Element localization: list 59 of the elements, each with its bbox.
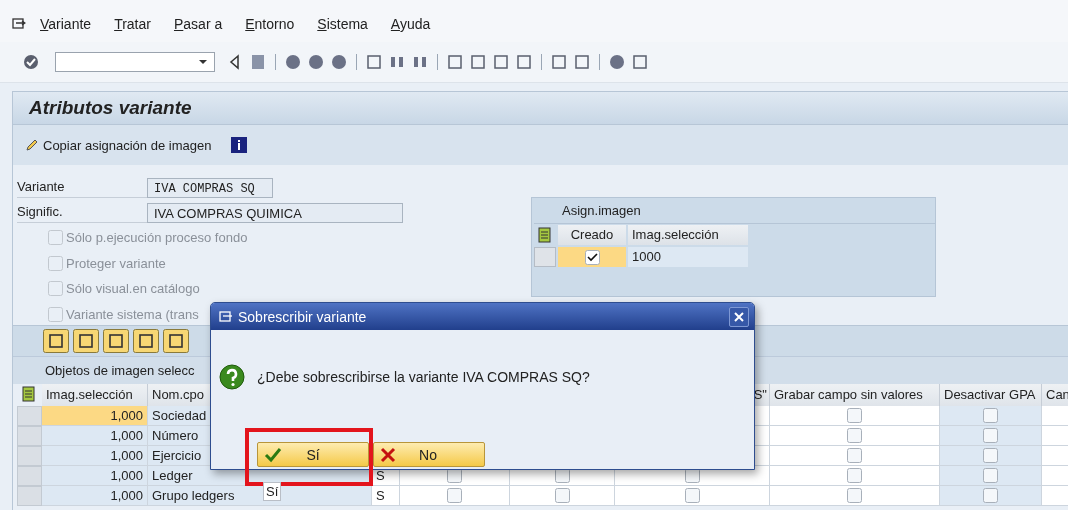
checkbox[interactable] bbox=[554, 488, 570, 503]
caret-icon[interactable] bbox=[198, 59, 208, 65]
checkbox-label: Sólo visual.en catálogo bbox=[66, 281, 200, 297]
no-button[interactable]: No bbox=[373, 442, 485, 467]
menu-item[interactable]: Variante bbox=[40, 16, 92, 32]
table-cell: 1,000 bbox=[42, 426, 148, 446]
copy-assignment-button[interactable]: Copiar asignación de imagen bbox=[25, 137, 212, 153]
checkbox[interactable] bbox=[847, 408, 862, 423]
input-field[interactable]: IVA COMPRAS SQ bbox=[147, 177, 273, 198]
close-button[interactable] bbox=[729, 306, 749, 327]
menu-item[interactable]: Tratar bbox=[114, 16, 151, 32]
command-field[interactable] bbox=[55, 52, 215, 72]
yes-button[interactable]: Sí bbox=[257, 442, 369, 467]
checkbox[interactable] bbox=[983, 408, 998, 423]
checkbox[interactable] bbox=[983, 468, 998, 483]
table-cell: 1,000 bbox=[42, 446, 148, 466]
menu-item[interactable]: Entorno bbox=[245, 16, 295, 32]
screen-title: Atributos variante bbox=[13, 92, 1068, 124]
checkbox[interactable] bbox=[684, 488, 700, 503]
checkbox[interactable] bbox=[447, 488, 462, 503]
column-header[interactable]: Grabar campo sin valores bbox=[770, 384, 940, 406]
column-header[interactable]: Imag.selección bbox=[628, 225, 748, 245]
checkbox-label: Proteger variante bbox=[66, 255, 166, 271]
checkbox[interactable] bbox=[847, 488, 862, 503]
menu-icon[interactable] bbox=[12, 18, 26, 30]
checkbox[interactable] bbox=[983, 428, 998, 443]
menu-item[interactable]: Pasar a bbox=[173, 16, 223, 32]
table-cell: 1,000 bbox=[42, 466, 148, 486]
panel-title: Asign.imagen bbox=[534, 198, 935, 224]
table-cell: 1,000 bbox=[42, 486, 148, 506]
dialog-title: Sobrescribir variante bbox=[238, 308, 367, 325]
question-icon bbox=[219, 364, 245, 390]
column-header[interactable]: Desactivar GPA bbox=[940, 384, 1042, 406]
table-cell: S bbox=[372, 486, 400, 506]
checkbox[interactable] bbox=[847, 428, 862, 443]
close-icon bbox=[734, 311, 744, 322]
check-icon bbox=[264, 446, 282, 463]
cross-icon bbox=[380, 446, 396, 463]
checkbox[interactable] bbox=[847, 448, 862, 463]
table-cell: 1,000 bbox=[42, 406, 148, 426]
grid-title: Objetos de imagen selecc bbox=[45, 363, 195, 378]
window-icon bbox=[219, 310, 233, 323]
checkbox[interactable] bbox=[847, 468, 862, 483]
column-header[interactable]: Creado bbox=[558, 225, 626, 245]
checkbox-label: Sólo p.ejecución proceso fondo bbox=[66, 230, 248, 246]
info-icon[interactable] bbox=[231, 137, 248, 153]
checkbox[interactable] bbox=[983, 448, 998, 463]
checkbox[interactable] bbox=[983, 488, 998, 503]
column-header[interactable]: Imag.selección bbox=[42, 384, 148, 406]
checkbox-label: Variante sistema (trans bbox=[66, 306, 199, 322]
tooltip: Sí bbox=[263, 482, 282, 501]
dialog-message: ¿Debe sobrescribirse la variante IVA COMPRAS SQ? bbox=[257, 369, 590, 385]
pencil-icon bbox=[25, 138, 39, 152]
menu-item[interactable]: Ayuda bbox=[390, 16, 431, 32]
table-cell: 1000 bbox=[628, 247, 748, 267]
menu-item[interactable]: Sistema bbox=[317, 16, 368, 32]
checkbox[interactable] bbox=[584, 249, 600, 265]
input-field[interactable]: IVA COMPRAS QUIMICA bbox=[147, 202, 403, 223]
enter-icon[interactable] bbox=[22, 53, 40, 71]
